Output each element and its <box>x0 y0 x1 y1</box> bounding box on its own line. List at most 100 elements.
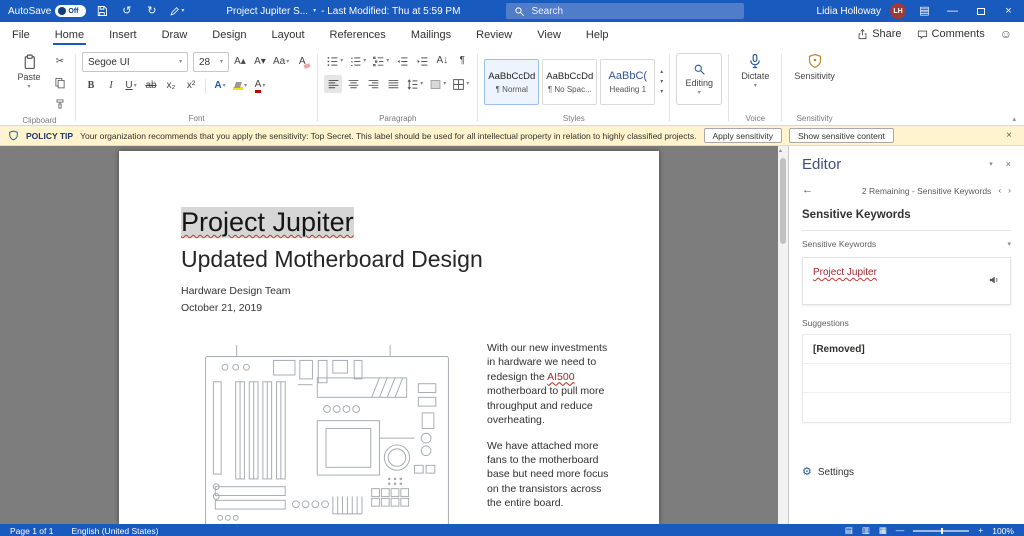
styles-up-icon[interactable]: ▴ <box>660 69 663 75</box>
suggestion-item[interactable] <box>803 364 1010 393</box>
strikethrough-icon[interactable]: ab <box>142 77 160 95</box>
zoom-slider-knob[interactable] <box>941 528 943 534</box>
tab-file[interactable]: File <box>10 24 32 45</box>
numbered-list-icon[interactable]: ▾ <box>347 52 368 70</box>
previous-keyword-icon[interactable]: ‹ <box>998 186 1001 195</box>
tab-draw[interactable]: Draw <box>160 24 190 45</box>
tab-mailings[interactable]: Mailings <box>409 24 453 45</box>
text-effects-icon[interactable]: A▾ <box>211 77 229 95</box>
styles-down-icon[interactable]: ▾ <box>660 79 663 85</box>
pane-close-icon[interactable]: × <box>1006 160 1011 169</box>
tab-view[interactable]: View <box>535 24 563 45</box>
style-no-spacing[interactable]: AaBbCcDd ¶ No Spac... <box>542 59 597 105</box>
italic-icon[interactable]: I <box>102 77 120 95</box>
tab-layout[interactable]: Layout <box>270 24 307 45</box>
close-icon[interactable]: × <box>999 0 1018 22</box>
align-left-icon[interactable] <box>324 75 342 93</box>
scroll-up-icon[interactable]: ▴ <box>779 147 782 154</box>
tab-review[interactable]: Review <box>474 24 514 45</box>
print-layout-icon[interactable]: ▥ <box>862 526 870 535</box>
underline-icon[interactable]: U▾ <box>122 77 140 95</box>
format-painter-icon[interactable] <box>51 95 69 113</box>
doc-paragraph-1[interactable]: With our new investments in hardware we … <box>487 341 609 428</box>
zoom-level[interactable]: 100% <box>992 526 1014 536</box>
web-layout-icon[interactable]: ▦ <box>879 526 887 535</box>
dictate-button[interactable]: Dictate ▾ <box>735 49 775 111</box>
zoom-slider[interactable] <box>913 530 969 532</box>
decrease-indent-icon[interactable] <box>393 52 411 70</box>
suggestion-item[interactable] <box>803 393 1010 422</box>
share-button[interactable]: Share <box>857 28 901 40</box>
undo-icon[interactable]: ↺ <box>117 0 136 22</box>
align-right-icon[interactable] <box>364 75 382 93</box>
scrollbar-thumb[interactable] <box>780 158 786 244</box>
doc-date-line[interactable]: October 21, 2019 <box>181 300 611 317</box>
autosave-switch[interactable]: Off <box>55 5 86 17</box>
doc-author-line[interactable]: Hardware Design Team <box>181 283 611 300</box>
redo-icon[interactable]: ↻ <box>142 0 161 22</box>
keyword-card[interactable]: Project Jupiter <box>802 257 1011 305</box>
paste-button[interactable]: Paste ▾ <box>10 49 48 113</box>
read-aloud-icon[interactable] <box>988 274 1000 289</box>
tab-help[interactable]: Help <box>584 24 611 45</box>
show-sensitive-content-button[interactable]: Show sensitive content <box>789 128 894 143</box>
feedback-smiley-icon[interactable]: ☺ <box>1000 28 1012 40</box>
shrink-font-icon[interactable]: A▾ <box>251 53 269 71</box>
tab-references[interactable]: References <box>328 24 388 45</box>
cut-icon[interactable]: ✂ <box>51 53 69 71</box>
tab-home[interactable]: Home <box>53 24 86 45</box>
collapse-chevron-icon[interactable]: ▾ <box>1007 241 1011 248</box>
next-keyword-icon[interactable]: › <box>1008 186 1011 195</box>
multilevel-list-icon[interactable]: ▾ <box>370 52 391 70</box>
justify-icon[interactable] <box>384 75 402 93</box>
tab-insert[interactable]: Insert <box>107 24 139 45</box>
style-normal[interactable]: AaBbCcDd ¶ Normal <box>484 59 539 105</box>
shading-icon[interactable]: ▾ <box>427 75 448 93</box>
align-center-icon[interactable] <box>344 75 362 93</box>
borders-icon[interactable]: ▾ <box>450 75 471 93</box>
chevron-down-icon[interactable]: ▾ <box>313 8 316 14</box>
minimize-icon[interactable]: — <box>943 0 962 22</box>
font-color-icon[interactable]: A▾ <box>251 77 269 95</box>
document-page[interactable]: Project Jupiter Updated Motherboard Desi… <box>119 151 659 524</box>
bold-icon[interactable]: B <box>82 77 100 95</box>
motherboard-diagram[interactable] <box>181 341 473 524</box>
dismiss-policy-tip-icon[interactable]: × <box>1002 131 1016 141</box>
change-case-icon[interactable]: Aa▾ <box>271 53 291 71</box>
style-heading-1[interactable]: AaBbC( Heading 1 <box>600 59 655 105</box>
clear-formatting-icon[interactable]: A <box>293 53 311 71</box>
zoom-out-icon[interactable]: — <box>896 526 905 535</box>
zoom-in-icon[interactable]: + <box>978 526 983 535</box>
suggestion-item[interactable]: [Removed] <box>803 335 1010 364</box>
search-box[interactable] <box>506 3 744 19</box>
pane-options-chevron-icon[interactable]: ▾ <box>989 161 993 168</box>
read-mode-icon[interactable]: ▤ <box>845 526 853 535</box>
vertical-scrollbar[interactable]: ▴ <box>778 146 788 524</box>
sensitive-keyword[interactable]: AI500 <box>547 371 574 383</box>
styles-more-icon[interactable]: ▾ <box>660 89 663 95</box>
copy-icon[interactable] <box>51 74 69 92</box>
page-indicator[interactable]: Page 1 of 1 <box>10 526 53 536</box>
font-name-select[interactable]: Segoe UI ▾ <box>82 52 188 72</box>
pilcrow-icon[interactable]: ¶ <box>453 52 471 70</box>
document-title[interactable]: Project Jupiter S... <box>226 6 308 17</box>
font-size-select[interactable]: 28 ▾ <box>193 52 229 72</box>
grow-font-icon[interactable]: A▴ <box>231 53 249 71</box>
restore-icon[interactable] <box>971 0 990 22</box>
collapse-ribbon-icon[interactable]: ▴ <box>1012 116 1016 123</box>
editing-button[interactable]: Editing ▾ <box>676 53 722 105</box>
back-arrow-icon[interactable]: ← <box>802 185 813 196</box>
avatar[interactable]: LH <box>890 3 906 19</box>
autosave-toggle[interactable]: AutoSave Off <box>8 5 86 17</box>
ribbon-display-options-icon[interactable]: ▤ <box>915 0 934 22</box>
settings-link[interactable]: ⚙ Settings <box>802 467 1011 478</box>
save-button[interactable] <box>92 0 111 22</box>
sort-icon[interactable]: A↓ <box>433 52 451 70</box>
flagged-keyword[interactable]: Project Jupiter <box>813 267 877 278</box>
subscript-icon[interactable]: x₂ <box>162 77 180 95</box>
pen-tool-button[interactable]: ▾ <box>167 0 186 22</box>
bullet-list-icon[interactable]: ▾ <box>324 52 345 70</box>
sensitivity-button[interactable]: Sensitivity <box>788 49 841 111</box>
search-input[interactable] <box>531 6 736 17</box>
doc-paragraph-2[interactable]: We have attached more fans to the mother… <box>487 439 609 511</box>
